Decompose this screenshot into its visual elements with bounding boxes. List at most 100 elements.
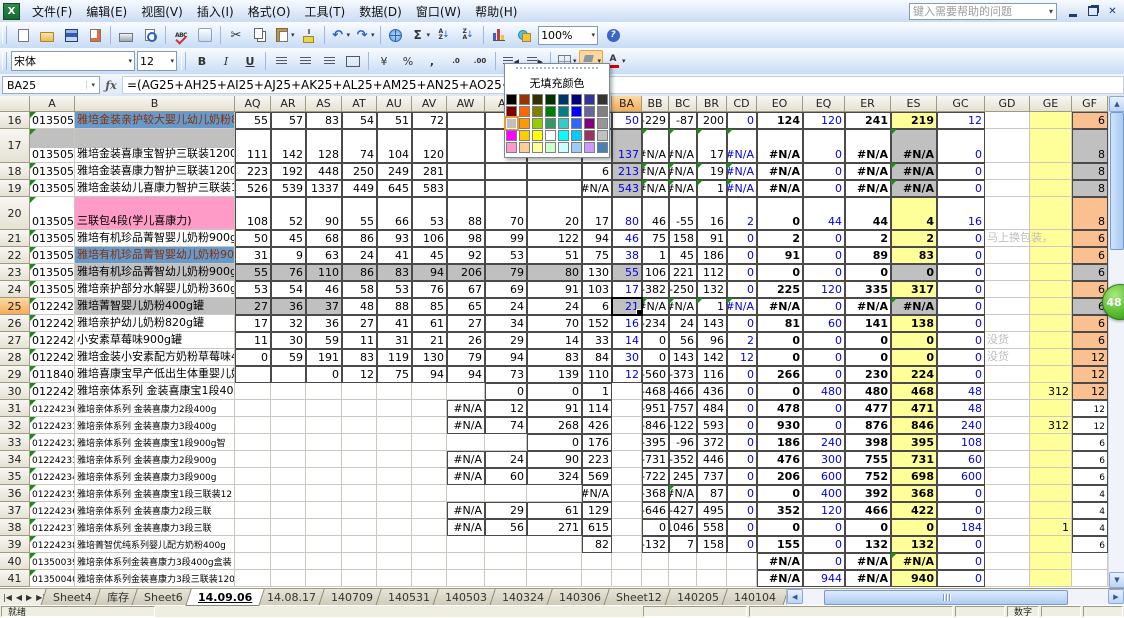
- cell-BC29[interactable]: -373: [669, 366, 697, 383]
- cell-BR29[interactable]: 116: [697, 366, 727, 383]
- col-header-EO[interactable]: EO: [757, 96, 803, 112]
- cell-ER24[interactable]: 335: [845, 281, 891, 298]
- cell-B41[interactable]: 雅培亲体系列金装喜康力3段三联装120: [75, 570, 235, 587]
- cell-EO19[interactable]: #N/A: [757, 180, 803, 197]
- merge-center-button[interactable]: [341, 50, 365, 72]
- cell-AX41[interactable]: [485, 570, 527, 587]
- cell-AW23[interactable]: 206: [447, 264, 485, 281]
- cell-A17[interactable]: 01350527: [30, 129, 75, 163]
- cell-AZ21[interactable]: 94: [582, 230, 612, 247]
- cell-BB35[interactable]: -722: [642, 468, 669, 485]
- cell-BA28[interactable]: 30: [612, 349, 642, 366]
- cell-BA21[interactable]: 46: [612, 230, 642, 247]
- cell-GC35[interactable]: 600: [937, 468, 985, 485]
- first-sheet-button[interactable]: |◀: [3, 593, 12, 602]
- color-swatch[interactable]: [558, 106, 569, 117]
- print-button[interactable]: [114, 24, 138, 46]
- cell-A34[interactable]: 01224233: [30, 451, 75, 468]
- color-swatch[interactable]: [597, 142, 608, 153]
- color-swatch[interactable]: [545, 130, 556, 141]
- cell-EQ30[interactable]: 480: [803, 383, 845, 400]
- color-swatch[interactable]: [506, 130, 517, 141]
- row-header-21[interactable]: 21: [0, 230, 30, 247]
- cell-AW37[interactable]: #N/A: [447, 502, 485, 519]
- cell-BB18[interactable]: #N/A: [642, 163, 669, 180]
- color-swatch[interactable]: [532, 94, 543, 105]
- cell-GE37[interactable]: [1030, 502, 1072, 519]
- menu-o[interactable]: 格式(O): [241, 2, 298, 22]
- cell-BR26[interactable]: 143: [697, 315, 727, 332]
- cell-ER36[interactable]: 392: [845, 485, 891, 502]
- col-header-BA[interactable]: BA: [612, 96, 642, 112]
- cell-AY38[interactable]: 271: [527, 519, 582, 536]
- cell-AU40[interactable]: [377, 553, 412, 570]
- cell-AT17[interactable]: 74: [342, 129, 377, 163]
- cell-CD40[interactable]: [727, 553, 757, 570]
- minimize-button[interactable]: [1067, 6, 1078, 17]
- cell-GF30[interactable]: 12: [1072, 383, 1108, 400]
- cell-AR29[interactable]: [271, 366, 306, 383]
- cell-AQ25[interactable]: 27: [235, 298, 271, 315]
- cell-GF27[interactable]: 6: [1072, 332, 1108, 349]
- cell-GE36[interactable]: [1030, 485, 1072, 502]
- font-size-select[interactable]: 12▾: [137, 51, 177, 71]
- increase-decimal-button[interactable]: .0: [444, 50, 468, 72]
- menu-w[interactable]: 窗口(W): [409, 2, 468, 22]
- cell-AQ31[interactable]: [235, 400, 271, 417]
- col-header-AW[interactable]: AW: [447, 96, 485, 112]
- cell-AV28[interactable]: 130: [412, 349, 447, 366]
- cell-AX20[interactable]: 70: [485, 197, 527, 230]
- cell-ER41[interactable]: #N/A: [845, 570, 891, 587]
- cell-ER17[interactable]: #N/A: [845, 129, 891, 163]
- toolbar-grip[interactable]: [2, 26, 7, 44]
- cell-AU26[interactable]: 41: [377, 315, 412, 332]
- cell-AT31[interactable]: [342, 400, 377, 417]
- cell-AQ29[interactable]: [235, 366, 271, 383]
- cell-ER34[interactable]: 755: [845, 451, 891, 468]
- percent-button[interactable]: %: [396, 50, 420, 72]
- cell-ES28[interactable]: 0: [891, 349, 937, 366]
- row-header-24[interactable]: 24: [0, 281, 30, 298]
- cell-ES19[interactable]: #N/A: [891, 180, 937, 197]
- cell-AT34[interactable]: [342, 451, 377, 468]
- cell-GD32[interactable]: [985, 417, 1030, 434]
- cell-EQ24[interactable]: 120: [803, 281, 845, 298]
- cell-EO30[interactable]: 0: [757, 383, 803, 400]
- cell-BA19[interactable]: 543: [612, 180, 642, 197]
- cell-AR33[interactable]: [271, 434, 306, 451]
- cell-GE27[interactable]: [1030, 332, 1072, 349]
- color-swatch[interactable]: [532, 118, 543, 129]
- cell-ES38[interactable]: 0: [891, 519, 937, 536]
- cell-A26[interactable]: 01224226: [30, 315, 75, 332]
- cell-GF39[interactable]: 6: [1072, 536, 1108, 553]
- no-fill-button[interactable]: 无填充颜色: [508, 73, 606, 92]
- cell-BA37[interactable]: [612, 502, 642, 519]
- cell-ES21[interactable]: 2: [891, 230, 937, 247]
- cell-BR23[interactable]: 112: [697, 264, 727, 281]
- cell-GD25[interactable]: [985, 298, 1030, 315]
- menu-h[interactable]: 帮助(H): [468, 2, 524, 22]
- cell-BC21[interactable]: 158: [669, 230, 697, 247]
- cell-AX22[interactable]: 53: [485, 247, 527, 264]
- name-box[interactable]: BA25 ▾: [2, 76, 100, 94]
- cell-AW22[interactable]: 92: [447, 247, 485, 264]
- cell-GC28[interactable]: 0: [937, 349, 985, 366]
- cell-AX18[interactable]: [485, 163, 527, 180]
- cell-A28[interactable]: 01224228: [30, 349, 75, 366]
- spelling-button[interactable]: ABC: [169, 24, 193, 46]
- cell-GD17[interactable]: [985, 129, 1030, 163]
- cell-ES25[interactable]: #N/A: [891, 298, 937, 315]
- cell-GD23[interactable]: [985, 264, 1030, 281]
- scroll-right-button[interactable]: ▶: [1108, 589, 1124, 604]
- row-header-37[interactable]: 37: [0, 502, 30, 519]
- cell-BB37[interactable]: -646: [642, 502, 669, 519]
- cell-ER31[interactable]: 477: [845, 400, 891, 417]
- cell-AQ36[interactable]: [235, 485, 271, 502]
- cell-ES33[interactable]: 395: [891, 434, 937, 451]
- cell-BB24[interactable]: -382: [642, 281, 669, 298]
- cell-AU23[interactable]: 83: [377, 264, 412, 281]
- cell-A33[interactable]: 01224232: [30, 434, 75, 451]
- color-swatch[interactable]: [571, 130, 582, 141]
- cell-AS23[interactable]: 110: [306, 264, 342, 281]
- col-header-CD[interactable]: CD: [727, 96, 757, 112]
